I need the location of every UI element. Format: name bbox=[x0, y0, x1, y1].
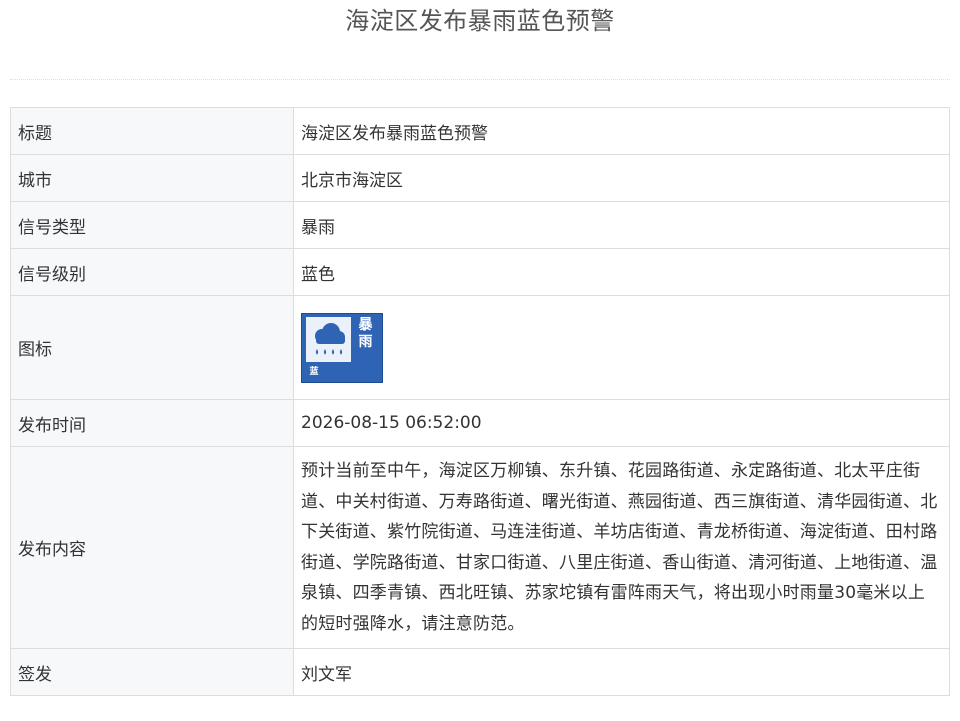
label-signal-level: 信号级别 bbox=[10, 248, 294, 296]
icon-text-vertical: 暴 雨 bbox=[353, 317, 378, 362]
value-issuer: 刘文军 bbox=[293, 648, 950, 696]
value-signal-level: 蓝色 bbox=[293, 248, 950, 296]
value-signal-type: 暴雨 bbox=[293, 201, 950, 249]
row-city: 城市 北京市海淀区 bbox=[10, 154, 950, 202]
row-content: 发布内容 预计当前至中午，海淀区万柳镇、东升镇、花园路街道、永定路街道、北太平庄… bbox=[10, 446, 950, 649]
row-signal-type: 信号类型 暴雨 bbox=[10, 201, 950, 249]
value-content: 预计当前至中午，海淀区万柳镇、东升镇、花园路街道、永定路街道、北太平庄街道、中关… bbox=[293, 446, 950, 649]
value-city: 北京市海淀区 bbox=[293, 154, 950, 202]
row-publish-time: 发布时间 2026-08-15 06:52:00 bbox=[10, 399, 950, 447]
rainstorm-blue-warning-icon: 暴 雨 蓝 RAIN STORM bbox=[301, 312, 383, 390]
label-issuer: 签发 bbox=[10, 648, 294, 696]
warning-info-table: 标题 海淀区发布暴雨蓝色预警 城市 北京市海淀区 信号类型 暴雨 信号级别 蓝色… bbox=[10, 107, 950, 696]
value-icon: 暴 雨 蓝 RAIN STORM bbox=[293, 295, 950, 400]
value-publish-time: 2026-08-15 06:52:00 bbox=[293, 399, 950, 447]
icon-text-bottom: 雨 bbox=[358, 333, 373, 350]
label-signal-type: 信号类型 bbox=[10, 201, 294, 249]
label-city: 城市 bbox=[10, 154, 294, 202]
title-divider bbox=[10, 79, 950, 80]
label-title: 标题 bbox=[10, 107, 294, 155]
row-issuer: 签发 刘文军 bbox=[10, 648, 950, 696]
page-title: 海淀区发布暴雨蓝色预警 bbox=[345, 7, 615, 35]
value-title: 海淀区发布暴雨蓝色预警 bbox=[293, 107, 950, 155]
icon-text-top: 暴 bbox=[358, 316, 373, 333]
row-signal-level: 信号级别 蓝色 bbox=[10, 248, 950, 296]
row-title: 标题 海淀区发布暴雨蓝色预警 bbox=[10, 107, 950, 155]
cloud-rain-icon bbox=[306, 316, 351, 362]
label-publish-time: 发布时间 bbox=[10, 399, 294, 447]
icon-en-label: RAIN STORM bbox=[312, 381, 365, 390]
label-icon: 图标 bbox=[10, 295, 294, 400]
label-content: 发布内容 bbox=[10, 446, 294, 649]
icon-level-char: 蓝 bbox=[309, 366, 319, 377]
row-icon: 图标 暴 雨 蓝RAIN STORM bbox=[10, 295, 950, 400]
icon-bottom-bar: 蓝 RAIN STORM bbox=[306, 365, 378, 390]
